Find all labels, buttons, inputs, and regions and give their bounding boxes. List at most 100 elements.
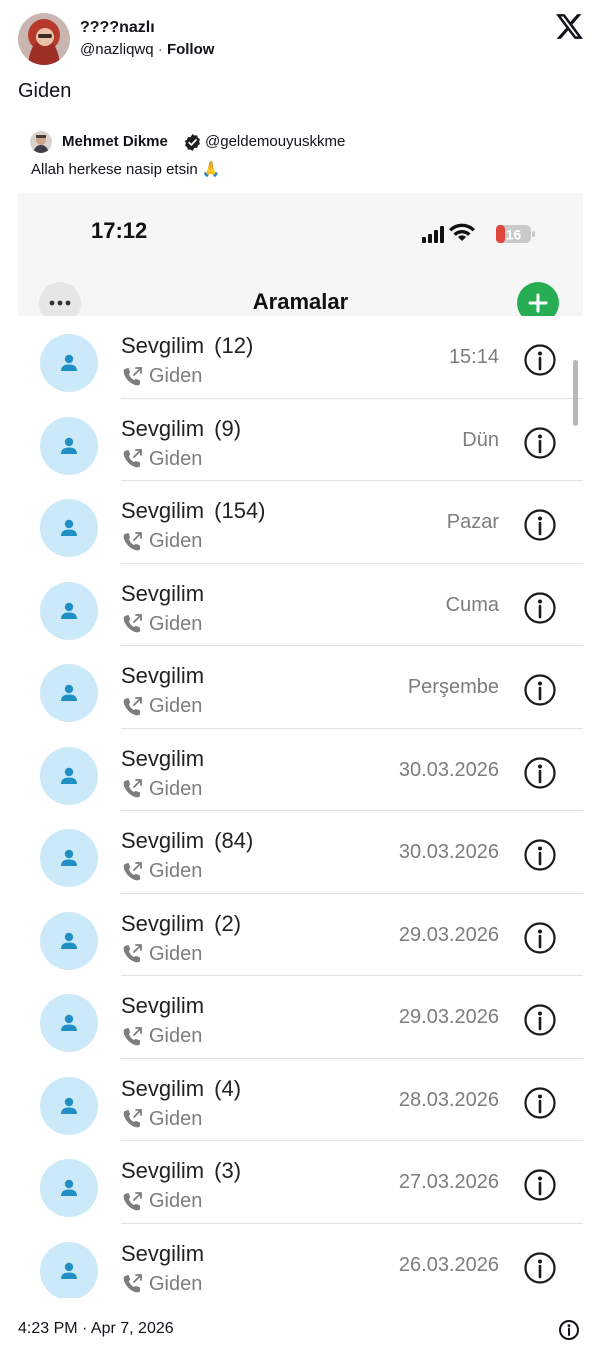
contact-avatar (40, 994, 98, 1052)
quote-author-name[interactable]: Mehmet Dikme (62, 133, 168, 150)
outgoing-call-icon (123, 531, 142, 550)
person-icon (61, 684, 77, 701)
info-circle-icon[interactable] (558, 1319, 580, 1341)
contact-name-text: Sevgilim (121, 1075, 205, 1101)
contact-name: Sevgilim (121, 1241, 214, 1267)
call-row[interactable]: Sevgilim (9) Giden Dün (18, 398, 583, 481)
quote-author-handle[interactable]: @geldemouyuskkme (205, 133, 345, 150)
contact-avatar (40, 911, 98, 970)
call-type-label: Giden (149, 612, 203, 635)
contact-name: Sevgilim (154) (121, 498, 266, 524)
info-icon[interactable] (523, 343, 557, 377)
signal-icon (422, 226, 444, 243)
call-date: 29.03.2026 (398, 1006, 499, 1028)
scrollbar[interactable] (573, 360, 578, 426)
call-count: (84) (214, 828, 254, 853)
call-count: (2) (214, 910, 242, 936)
contact-name: Sevgilim (84) (121, 828, 253, 854)
call-type: Giden (121, 1190, 202, 1213)
call-row[interactable]: Sevgilim (84) Giden 30.03.2026 (18, 811, 583, 894)
contact-avatar (40, 829, 98, 887)
battery-icon: 16 (496, 225, 535, 243)
call-type-label: Giden (149, 530, 203, 552)
nav-title: Aramalar (252, 289, 349, 314)
info-icon[interactable] (523, 1086, 557, 1120)
contact-name-text: Sevgilim (121, 415, 205, 441)
outgoing-call-icon (123, 1274, 142, 1293)
call-type: Giden (121, 1025, 202, 1048)
info-icon[interactable] (523, 756, 557, 790)
call-row[interactable]: Sevgilim (4) Giden 28.03.2026 (18, 1058, 583, 1141)
call-type-label: Giden (149, 1272, 203, 1295)
call-date: 30.03.2026 (398, 841, 499, 863)
call-row[interactable]: Sevgilim Giden Perşembe (18, 646, 583, 729)
author-name[interactable]: ????nazlı (80, 19, 155, 37)
call-row[interactable]: Sevgilim (3) Giden 27.03.2026 (18, 1141, 583, 1224)
info-icon[interactable] (523, 1168, 557, 1202)
outgoing-call-icon (123, 944, 142, 963)
call-count: (154) (214, 498, 266, 523)
call-row[interactable]: Sevgilim (154) Giden Pazar (18, 481, 583, 564)
info-icon[interactable] (523, 508, 557, 542)
call-type-label: Giden (149, 860, 203, 882)
call-date: 15:14 (448, 346, 499, 368)
call-type: Giden (121, 530, 202, 553)
outgoing-call-icon (123, 779, 142, 798)
author-avatar[interactable] (18, 13, 70, 65)
call-row[interactable]: Sevgilim Giden 29.03.2026 (18, 976, 583, 1059)
outgoing-call-icon (123, 696, 142, 715)
verified-badge-icon (185, 134, 200, 151)
call-row[interactable]: Sevgilim (2) Giden 29.03.2026 (18, 893, 583, 976)
call-row[interactable]: Sevgilim Giden Cuma (18, 563, 583, 646)
info-icon[interactable] (523, 921, 557, 955)
call-type-label: Giden (149, 777, 203, 800)
call-type-label: Giden (149, 1107, 203, 1130)
call-type: Giden (121, 778, 202, 801)
call-row[interactable]: Sevgilim (12) Giden 15:14 (18, 316, 583, 399)
call-date: 26.03.2026 (398, 1253, 499, 1276)
call-count: (3) (214, 1158, 242, 1183)
status-icons: 16 (422, 223, 535, 243)
contact-avatar (40, 746, 98, 805)
person-icon (61, 1097, 77, 1114)
info-icon[interactable] (523, 426, 557, 460)
call-type: Giden (121, 1108, 202, 1131)
contact-name: Sevgilim (121, 663, 214, 689)
info-icon[interactable] (523, 838, 557, 872)
call-type: Giden (121, 1273, 202, 1296)
info-icon[interactable] (523, 591, 557, 625)
quote-avatar[interactable] (30, 131, 52, 153)
contact-name-text: Sevgilim (121, 580, 205, 606)
author-handle[interactable]: @nazliqwq (80, 41, 154, 58)
contact-name: Sevgilim (121, 746, 214, 772)
call-date: Perşembe (407, 676, 499, 698)
contact-avatar (40, 664, 98, 722)
call-row[interactable]: Sevgilim Giden 26.03.2026 (18, 1223, 583, 1298)
info-icon[interactable] (523, 1251, 557, 1285)
outgoing-call-icon (123, 1191, 142, 1210)
info-icon[interactable] (523, 1003, 557, 1037)
battery-level: 16 (506, 227, 522, 243)
contact-name: Sevgilim (121, 993, 214, 1019)
call-type: Giden (121, 448, 202, 471)
outgoing-call-icon (123, 1109, 142, 1128)
outgoing-call-icon (123, 1026, 142, 1045)
call-date: 30.03.2026 (398, 758, 499, 781)
call-row[interactable]: Sevgilim Giden 30.03.2026 (18, 728, 583, 811)
call-type: Giden (121, 365, 202, 388)
tweet-timestamp[interactable]: 4:23 PM · Apr 7, 2026 (18, 1320, 174, 1338)
contact-name-text: Sevgilim (121, 910, 205, 936)
call-date: 29.03.2026 (398, 923, 499, 946)
person-icon (61, 602, 77, 619)
contact-avatar (40, 1076, 98, 1135)
x-logo-icon[interactable] (556, 14, 583, 39)
call-date: 27.03.2026 (398, 1171, 499, 1193)
info-icon[interactable] (523, 673, 557, 707)
contact-avatar (40, 499, 98, 557)
contact-name-text: Sevgilim (121, 333, 205, 358)
person-icon (61, 932, 77, 949)
tweet-text: Giden (18, 80, 72, 102)
follow-button[interactable]: Follow (167, 41, 215, 58)
contact-name-text: Sevgilim (121, 1240, 205, 1266)
contact-avatar (40, 334, 98, 392)
